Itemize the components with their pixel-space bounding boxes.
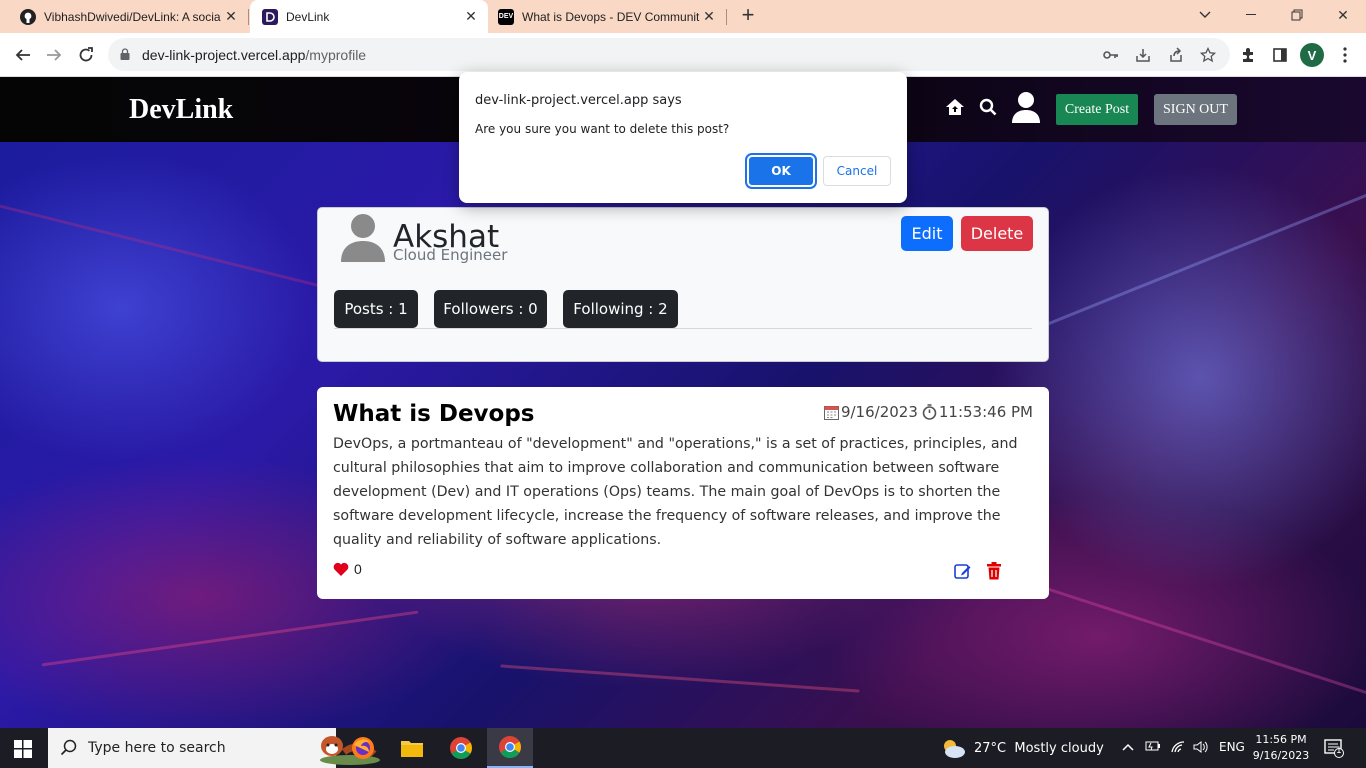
post-date: 9/16/2023	[840, 403, 918, 421]
share-icon[interactable]	[1167, 46, 1185, 64]
followers-count-badge[interactable]: Followers : 0	[434, 290, 547, 328]
post-time: 11:53:46 PM	[938, 403, 1033, 421]
tab-title: VibhashDwivedi/DevLink: A socia	[44, 9, 221, 24]
stopwatch-icon	[922, 404, 937, 420]
user-profile-icon[interactable]	[1011, 91, 1041, 123]
post-meta: 9/16/2023 11:53:46 PM	[820, 403, 1033, 421]
following-count-badge[interactable]: Following : 2	[563, 290, 678, 328]
tab-search-chevron-icon[interactable]	[1182, 0, 1228, 30]
clock-date: 9/16/2023	[1252, 749, 1310, 762]
clock-time: 11:56 PM	[1255, 733, 1307, 746]
dialog-cancel-button[interactable]: Cancel	[823, 156, 891, 186]
password-key-icon[interactable]	[1102, 46, 1120, 64]
taskbar-search-input[interactable]: Type here to search	[48, 728, 380, 768]
wifi-icon[interactable]	[1170, 740, 1186, 757]
close-icon[interactable]: ✕	[700, 8, 718, 25]
search-placeholder: Type here to search	[88, 740, 226, 756]
close-window-icon[interactable]: ✕	[1320, 0, 1366, 30]
chevron-up-icon[interactable]	[1122, 740, 1134, 754]
like-count: 0	[354, 561, 362, 577]
windows-taskbar: Type here to search 27°C Mostly cloudy E…	[0, 728, 1366, 768]
close-icon[interactable]: ✕	[222, 8, 240, 25]
language-indicator[interactable]: ENG	[1219, 740, 1245, 754]
create-post-button[interactable]: Create Post	[1056, 94, 1138, 125]
posts-count-badge[interactable]: Posts : 1	[334, 290, 418, 328]
dev-icon: DEV	[498, 8, 514, 25]
volume-icon[interactable]	[1193, 740, 1209, 757]
dialog-message: Are you sure you want to delete this pos…	[475, 122, 730, 136]
install-icon[interactable]	[1134, 46, 1152, 64]
notification-icon[interactable]: 1	[1324, 738, 1344, 758]
bookmark-star-icon[interactable]	[1199, 46, 1217, 64]
dialog-ok-button[interactable]: OK	[745, 153, 817, 189]
post-title: What is Devops	[333, 401, 535, 427]
post-body: DevOps, a portmanteau of "development" a…	[333, 436, 1018, 548]
tab-dev-community[interactable]: DEV What is Devops - DEV Communit ✕	[486, 0, 726, 33]
divider	[334, 328, 1032, 329]
menu-kebab-icon[interactable]	[1334, 44, 1356, 66]
github-icon	[20, 8, 36, 25]
brand-logo[interactable]: DevLink	[129, 94, 233, 126]
edit-profile-button[interactable]: Edit	[901, 216, 953, 251]
browser-toolbar: dev-link-project.vercel.app/myprofile V	[0, 33, 1366, 77]
heart-icon[interactable]	[333, 562, 349, 576]
file-explorer-icon[interactable]	[389, 728, 435, 768]
new-tab-icon[interactable]: +	[736, 4, 760, 28]
tab-title: DevLink	[286, 9, 330, 24]
address-bar[interactable]: dev-link-project.vercel.app/myprofile	[108, 38, 1230, 71]
post-card: What is Devops 9/16/2023 11:53:46 PM Dev…	[317, 387, 1049, 599]
profile-role: Cloud Engineer	[393, 246, 508, 264]
trash-icon[interactable]	[986, 562, 1002, 580]
tab-title: What is Devops - DEV Communit	[522, 9, 700, 24]
reload-icon[interactable]	[71, 40, 101, 70]
weather-text: 27°C Mostly cloudy	[974, 740, 1104, 756]
confirm-dialog: dev-link-project.vercel.app says Are you…	[459, 72, 907, 203]
forward-icon[interactable]	[39, 40, 69, 70]
profile-avatar[interactable]: V	[1300, 43, 1324, 67]
profile-card: Akshat Cloud Engineer Edit Delete Posts …	[317, 207, 1049, 362]
windows-start-icon[interactable]	[14, 740, 32, 758]
restore-icon[interactable]	[1274, 0, 1320, 30]
system-clock[interactable]: 11:56 PM 9/16/2023	[1246, 732, 1316, 764]
chrome-icon[interactable]	[438, 728, 484, 768]
delete-profile-button[interactable]: Delete	[961, 216, 1033, 251]
battery-icon[interactable]	[1145, 740, 1161, 755]
browser-tab-bar: VibhashDwivedi/DevLink: A socia ✕ DevLin…	[0, 0, 1366, 33]
weather-widget[interactable]: 27°C Mostly cloudy	[940, 737, 1104, 759]
notification-count: 1	[1336, 746, 1342, 756]
dialog-title: dev-link-project.vercel.app says	[475, 93, 682, 108]
extensions-icon[interactable]	[1237, 44, 1259, 66]
url-text: dev-link-project.vercel.app/myprofile	[142, 47, 367, 63]
search-icon[interactable]	[979, 98, 997, 116]
minimize-icon[interactable]	[1228, 0, 1274, 30]
close-icon[interactable]: ✕	[462, 8, 480, 25]
tab-github[interactable]: VibhashDwivedi/DevLink: A socia ✕	[8, 0, 248, 33]
devlink-icon	[262, 8, 278, 25]
avatar-icon	[341, 214, 385, 262]
sign-out-button[interactable]: SIGN OUT	[1154, 94, 1237, 125]
tab-devlink[interactable]: DevLink ✕	[250, 0, 488, 33]
chrome-active-icon[interactable]	[487, 728, 533, 768]
calendar-icon	[823, 405, 839, 420]
cloudy-weather-icon	[944, 740, 965, 758]
back-icon[interactable]	[8, 40, 38, 70]
edit-post-icon[interactable]	[954, 562, 972, 580]
like-section: 0	[333, 561, 362, 577]
firefox-icon[interactable]	[340, 728, 386, 768]
search-icon	[60, 739, 77, 756]
side-panel-icon[interactable]	[1269, 44, 1291, 66]
home-icon[interactable]	[945, 98, 965, 116]
lock-icon	[120, 48, 130, 60]
